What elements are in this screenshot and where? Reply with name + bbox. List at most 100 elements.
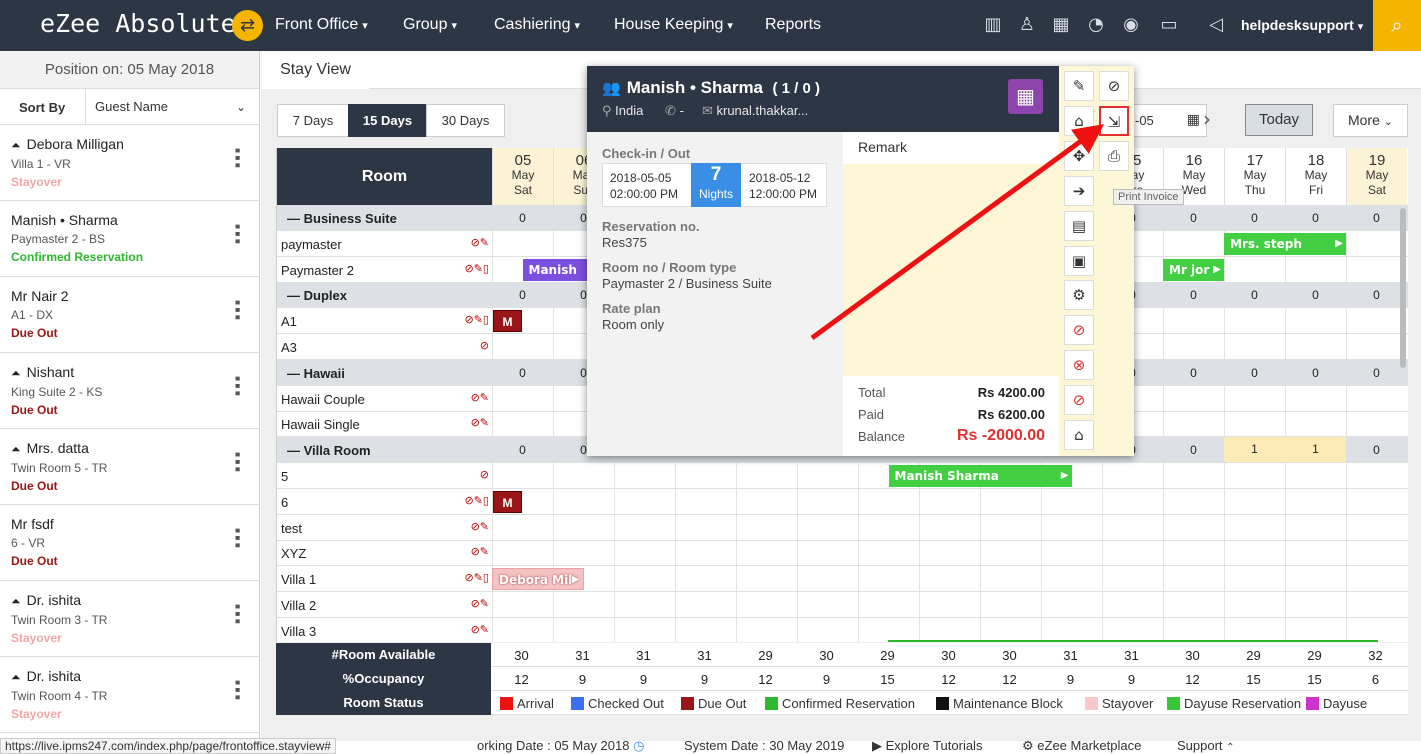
days-15-button[interactable]: 15 Days [348, 104, 427, 137]
guest-list-item[interactable]: ⏶ Mrs. datta Twin Room 5 - TR Due Out ⋯ [0, 429, 259, 505]
nav-house-keeping[interactable]: House Keeping ▾ [614, 16, 733, 34]
remark-field[interactable] [843, 164, 1059, 376]
today-button[interactable]: Today [1245, 104, 1313, 136]
support-link[interactable]: Support ⌃ [1177, 738, 1235, 753]
room-status-icons[interactable]: ⊘✎▯ [433, 313, 490, 326]
guest-list-item[interactable]: ⏶ Debora Milligan Villa 1 - VR Stayover ⋯ [0, 125, 259, 201]
cancel-icon[interactable]: ⊗ [1064, 350, 1094, 380]
home-block-icon[interactable]: ⌂ [1064, 420, 1094, 450]
arrow-right-icon[interactable]: ➔ [1064, 176, 1094, 206]
sort-select[interactable]: Guest Name ⌄ [85, 89, 258, 125]
announcement-icon[interactable]: ◁ [1204, 13, 1228, 37]
more-button[interactable]: More ⌄ [1333, 104, 1408, 137]
kebab-menu-icon[interactable]: ⋯ [224, 223, 249, 245]
nav-group[interactable]: Group ▾ [403, 16, 457, 34]
app-logo[interactable]: eZee Absolute [40, 9, 236, 38]
occupancy-value: 12 [1002, 672, 1017, 687]
guest-list-item[interactable]: Mr Nair 2 A1 - DX Due Out ⋯ [0, 277, 259, 353]
room-row[interactable]: Villa 3 ⊘✎ [277, 618, 1408, 642]
room-row[interactable]: 5 ⊘ [277, 463, 1408, 489]
kebab-menu-icon[interactable]: ⋯ [224, 299, 249, 321]
print-icon[interactable]: ⎙ [1099, 141, 1129, 171]
days-30-button[interactable]: 30 Days [426, 104, 505, 137]
tab-stay-view[interactable]: Stay View [262, 51, 369, 89]
kebab-menu-icon[interactable]: ⋯ [224, 451, 249, 473]
explore-tutorials-link[interactable]: ▶ Explore Tutorials [872, 738, 982, 754]
room-status-icons[interactable]: ⊘✎ [433, 391, 489, 404]
maintenance-badge[interactable]: M [493, 490, 522, 513]
reservation-bar[interactable]: Mr jor ▶ [1163, 258, 1224, 281]
room-status-icons[interactable]: ⊘✎ [433, 416, 489, 429]
guest-name-text: Debora Milligan [26, 136, 124, 152]
nav-cashiering[interactable]: Cashiering ▾ [494, 16, 580, 34]
reservation-label: Manish Sharma [894, 469, 999, 483]
room-status-icons[interactable]: ⊘ [433, 468, 489, 481]
gear-icon[interactable]: ⚙ [1064, 280, 1094, 310]
room-status-icons[interactable]: ⊘✎ [433, 520, 489, 533]
room-status-icons[interactable]: ⊘✎▯ [433, 571, 490, 584]
grid-icon[interactable]: ▦ [1049, 13, 1073, 37]
calendar-icon[interactable]: ▦ [1187, 105, 1200, 136]
user-menu[interactable]: helpdesksupport ▾ [1241, 17, 1363, 33]
checkin-walk-icon[interactable]: ⇲ [1099, 106, 1129, 136]
maintenance-badge[interactable]: M [493, 310, 522, 333]
clipboard-icon[interactable]: ▣ [1064, 246, 1094, 276]
chart-icon[interactable]: ▥ [981, 13, 1005, 37]
reservation-bar[interactable]: Mrs. steph ▶ [1224, 232, 1346, 255]
room-status-icons[interactable]: ⊘✎▯ [433, 494, 490, 507]
checkin-box: 2018-05-05 02:00:00 PM 7 Nights 2018-05-12… [602, 163, 827, 207]
availability-count: 1 [1224, 437, 1285, 463]
days-7-button[interactable]: 7 Days [277, 104, 349, 137]
kebab-menu-icon[interactable]: ⋯ [224, 603, 249, 625]
room-status-icons[interactable]: ⊘✎ [433, 236, 489, 249]
kebab-menu-icon[interactable]: ⋯ [224, 147, 249, 169]
kebab-menu-icon[interactable]: ⋯ [224, 679, 249, 701]
user-icon[interactable]: ♙ [1015, 13, 1039, 37]
move-icon[interactable]: ✥ [1064, 141, 1094, 171]
kebab-menu-icon[interactable]: ⋯ [224, 527, 249, 549]
room-row[interactable]: 6 ⊘✎▯ [277, 489, 1408, 515]
room-row[interactable]: Villa 1 ⊘✎▯ [277, 566, 1408, 593]
no-show-icon[interactable]: ⊘ [1064, 315, 1094, 345]
eye-icon[interactable]: ◉ [1119, 13, 1143, 37]
bed-icon[interactable]: ▭ [1157, 13, 1181, 37]
room-row[interactable]: Villa 2 ⊘✎ [277, 592, 1408, 618]
message-icon[interactable]: ▤ [1064, 211, 1094, 241]
date-month: May [511, 168, 535, 182]
legend-swatch [681, 697, 694, 710]
guest-list-item[interactable]: ⏶ Dr. ishita Twin Room 3 - TR Stayover ⋯ [0, 581, 259, 657]
room-row[interactable]: test ⊘✎ [277, 515, 1408, 541]
vertical-scrollbar[interactable] [1400, 208, 1406, 368]
room-status-icons[interactable]: ⊘✎ [433, 623, 489, 636]
next-arrow-icon[interactable]: › [1203, 107, 1211, 131]
legend-swatch [500, 697, 513, 710]
rate-plan: Room only [602, 317, 665, 332]
checkin-label: Check-in / Out [602, 146, 691, 161]
reservation-bar[interactable]: Debora Mil ▶ [492, 568, 584, 591]
reservation-bar[interactable]: Manish Sharma ▶ [888, 465, 1072, 487]
nav-front-office[interactable]: Front Office ▾ [275, 16, 368, 34]
room-status-icons[interactable]: ⊘ [433, 339, 489, 352]
guest-list-item[interactable]: ⏶ Nishant King Suite 2 - KS Due Out ⋯ [0, 353, 259, 429]
building-icon[interactable]: ▦ [1008, 79, 1043, 114]
guest-list-item[interactable]: ⏶ Dr. ishita Twin Room 4 - TR Stayover ⋯ [0, 657, 259, 733]
reservation-bar[interactable]: Manish [522, 258, 590, 281]
guest-list-item[interactable]: Manish • Sharma Paymaster 2 - BS Confirmed… [0, 201, 259, 277]
room-status-icons[interactable]: ⊘✎ [433, 545, 489, 558]
marketplace-link[interactable]: ⚙ eZee Marketplace [1022, 738, 1141, 754]
hide-icon[interactable]: ⊘ [1099, 71, 1129, 101]
nav-reports[interactable]: Reports [765, 16, 821, 34]
total-label: Total [858, 385, 886, 400]
void-icon[interactable]: ⊘ [1064, 385, 1094, 415]
dashboard-icon[interactable]: ◔ [1084, 13, 1108, 37]
edit-icon[interactable]: ✎ [1064, 71, 1094, 101]
date-input[interactable]: -05 ▦ [1130, 104, 1207, 137]
room-status-icons[interactable]: ⊘✎▯ [433, 262, 490, 275]
shuffle-icon[interactable]: ⇄ [232, 10, 263, 41]
search-icon[interactable]: ⌕ [1373, 0, 1421, 51]
room-row[interactable]: XYZ ⊘✎ [277, 540, 1408, 567]
guest-list-item[interactable]: Mr fsdf 6 - VR Due Out ⋯ [0, 505, 259, 581]
room-status-icons[interactable]: ⊘✎ [433, 597, 489, 610]
home-arrow-icon[interactable]: ⌂ [1064, 106, 1094, 136]
kebab-menu-icon[interactable]: ⋯ [224, 375, 249, 397]
